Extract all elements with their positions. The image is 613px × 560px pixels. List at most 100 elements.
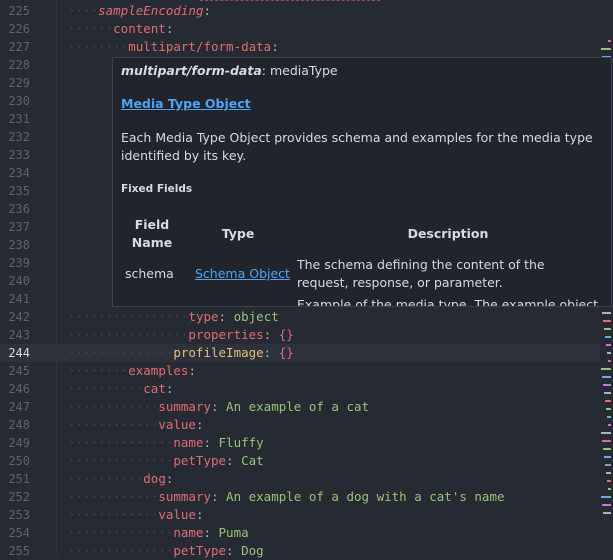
code-text: ············value: — [68, 417, 204, 432]
line-number: 228 — [8, 58, 30, 72]
line-number: 245 — [8, 364, 30, 378]
minimap-line — [601, 368, 611, 370]
line-number: 225 — [8, 4, 30, 18]
minimap-line — [603, 448, 611, 450]
line-number: 235 — [8, 184, 30, 198]
hover-tooltip: multipart/form-data: mediaType Media Typ… — [112, 57, 612, 307]
line-number: 255 — [8, 544, 30, 558]
line-number: 232 — [8, 130, 30, 144]
line-number: 236 — [8, 202, 30, 216]
line-number: 252 — [8, 490, 30, 504]
code-text: ············summary: An example of a cat — [68, 399, 370, 414]
minimap-line — [608, 488, 611, 490]
line-number: 244 — [8, 346, 30, 360]
code-line[interactable]: 245 ········examples: — [0, 362, 600, 380]
code-line[interactable]: 246 ··········cat: — [0, 380, 600, 398]
code-text: ········multipart/form-data: — [68, 39, 279, 54]
minimap-line — [605, 464, 611, 466]
minimap-line — [601, 48, 611, 50]
line-number: 254 — [8, 526, 30, 540]
minimap-line — [602, 376, 611, 378]
line-number: 231 — [8, 112, 30, 126]
code-line[interactable]: 244 ··············profileImage: {} — [0, 344, 600, 362]
minimap-line — [606, 408, 611, 410]
code-text: ··············petType: Cat — [68, 453, 264, 468]
minimap-line — [604, 328, 611, 330]
tooltip-title-key: multipart/form-data — [121, 63, 262, 78]
minimap-line — [608, 424, 611, 426]
minimap-line — [602, 504, 611, 506]
minimap-line — [607, 352, 611, 354]
minimap-line — [602, 312, 611, 314]
minimap-line — [603, 512, 611, 514]
minimap-line — [606, 472, 611, 474]
minimap-line — [607, 480, 611, 482]
minimap-line — [603, 384, 611, 386]
code-text: ············value: — [68, 507, 204, 522]
code-line[interactable]: 249 ··············name: Fluffy — [0, 434, 600, 452]
code-line[interactable]: 248 ············value: — [0, 416, 600, 434]
code-line[interactable]: 227 ········multipart/form-data: — [0, 38, 600, 56]
line-number: 226 — [8, 22, 30, 36]
code-line[interactable]: 253 ············value: — [0, 506, 600, 524]
code-text: ··············name: Fluffy — [68, 435, 264, 450]
code-line[interactable]: 247 ············summary: An example of a … — [0, 398, 600, 416]
minimap-line — [608, 40, 611, 42]
tooltip-title-type: : mediaType — [261, 63, 338, 78]
minimap-line — [607, 416, 611, 418]
error-squiggle — [200, 0, 380, 3]
code-text: ··············name: Puma — [68, 525, 249, 540]
line-number: 227 — [8, 40, 30, 54]
minimap-line — [606, 344, 611, 346]
line-number: 240 — [8, 274, 30, 288]
code-text: ················type: object — [68, 309, 279, 324]
code-line[interactable]: 251 ··········dog: — [0, 470, 600, 488]
code-text: ··········dog: — [68, 471, 174, 486]
table-cell-description: The schema defining the content of the r… — [297, 257, 545, 290]
code-text: ··············petType: Dog — [68, 543, 264, 558]
code-text: ················properties: {} — [68, 327, 294, 342]
code-line[interactable]: 226 ······content: — [0, 20, 600, 38]
code-line[interactable]: 252 ············summary: An example of a … — [0, 488, 600, 506]
table-cell-field: schema — [125, 266, 174, 281]
table-cell-description: Example of the media type. The example o… — [297, 297, 599, 307]
code-text: ······content: — [68, 21, 174, 36]
code-line[interactable]: 255 ··············petType: Dog — [0, 542, 600, 560]
code-text: ··········cat: — [68, 381, 174, 396]
line-number: 238 — [8, 238, 30, 252]
code-text: ········examples: — [68, 363, 196, 378]
line-number: 234 — [8, 166, 30, 180]
minimap-line — [602, 440, 611, 442]
minimap-line — [601, 432, 611, 434]
code-line[interactable]: 250 ··············petType: Cat — [0, 452, 600, 470]
code-text: ····sampleEncoding: — [68, 3, 211, 18]
fixed-fields-heading: Fixed Fields — [121, 183, 193, 195]
minimap-line — [604, 456, 611, 458]
code-text: ············summary: An example of a dog… — [68, 489, 505, 504]
code-line[interactable]: 242 ················type: object — [0, 308, 600, 326]
table-header-field-name: Field Name — [131, 217, 173, 250]
line-number: 230 — [8, 94, 30, 108]
line-number: 248 — [8, 418, 30, 432]
line-number: 237 — [8, 220, 30, 234]
line-number: 233 — [8, 148, 30, 162]
line-number: 250 — [8, 454, 30, 468]
line-number: 246 — [8, 382, 30, 396]
minimap-line — [605, 400, 611, 402]
code-line[interactable]: 243 ················properties: {} — [0, 326, 600, 344]
line-number: 229 — [8, 76, 30, 90]
code-line[interactable]: 254 ··············name: Puma — [0, 524, 600, 542]
table-header-type: Type — [221, 226, 255, 241]
line-number: 241 — [8, 292, 30, 306]
minimap-line — [601, 496, 611, 498]
line-number: 253 — [8, 508, 30, 522]
tooltip-description: Each Media Type Object provides schema a… — [121, 130, 593, 163]
line-number: 249 — [8, 436, 30, 450]
code-text: ··············profileImage: {} — [68, 345, 294, 360]
minimap-line — [603, 320, 611, 322]
minimap-line — [605, 336, 611, 338]
media-type-object-link[interactable]: Media Type Object — [121, 96, 251, 111]
code-line[interactable]: 225 ····sampleEncoding: — [0, 2, 600, 20]
line-number: 242 — [8, 310, 30, 324]
schema-object-link[interactable]: Schema Object — [195, 265, 290, 283]
